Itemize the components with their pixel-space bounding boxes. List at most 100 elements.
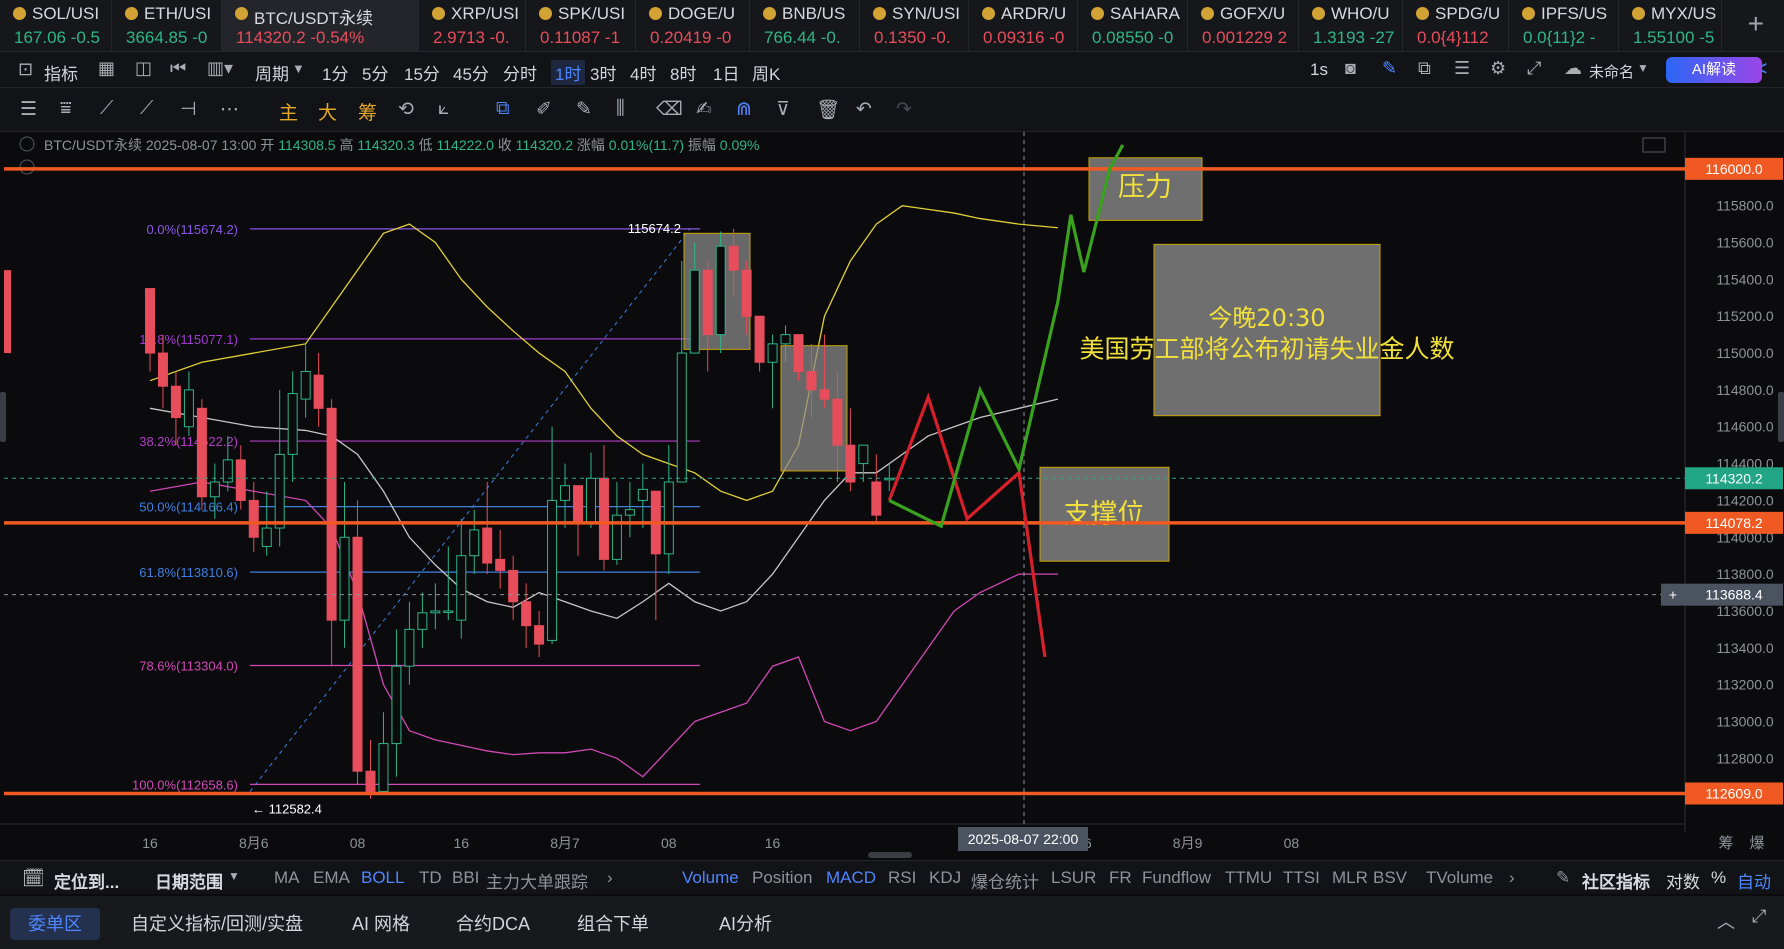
sub-indicator[interactable]: FR: [1109, 868, 1132, 888]
main-indicator[interactable]: 主力大单跟踪: [486, 868, 588, 893]
ticker-tab[interactable]: SAHARA 0.08550 -0: [1078, 0, 1188, 51]
ticker-tab[interactable]: WHO/U 1.3193 -27: [1299, 0, 1403, 51]
ticker-tab[interactable]: GOFX/U 0.001229 2: [1188, 0, 1299, 51]
ticker-tab[interactable]: BTC/USDT永续 114320.2 -0.54%: [222, 0, 419, 51]
undo-icon[interactable]: ↶: [856, 98, 872, 121]
ticker-tab[interactable]: MYX/US 1.55100 -5: [1619, 0, 1722, 51]
window-icon[interactable]: ⧉: [1418, 58, 1431, 79]
interval-5[interactable]: 1时: [551, 60, 586, 85]
trendline-icon[interactable]: ⟋: [100, 98, 113, 120]
sub-indicator[interactable]: TTSI: [1283, 868, 1320, 888]
edit-icon[interactable]: ✎: [1556, 868, 1570, 888]
fullscreen-icon[interactable]: ⤢: [1527, 58, 1541, 79]
hlines-icon[interactable]: ⩸: [60, 98, 72, 120]
locate-button[interactable]: 定位到...: [54, 868, 119, 893]
price-chart[interactable]: BTC/USDT永续 2025-08-07 13:00 开 114308.5 高…: [0, 132, 1784, 860]
bottom-tab[interactable]: 自定义指标/回测/实盘: [113, 908, 321, 940]
sub-indicator[interactable]: TTMU: [1225, 868, 1272, 888]
chip-tool[interactable]: 筹: [358, 98, 377, 125]
redo-icon[interactable]: ↷: [896, 98, 912, 121]
layout-icon[interactable]: ◫: [135, 58, 152, 79]
bottom-tab[interactable]: 合约DCA: [438, 908, 548, 940]
cloud-icon[interactable]: ☁: [1564, 58, 1582, 79]
chevron-right-icon[interactable]: ›: [1509, 868, 1515, 888]
period-dropdown[interactable]: 周期: [255, 60, 289, 85]
sub-indicator[interactable]: KDJ: [929, 868, 961, 888]
indicator-button[interactable]: 指标: [44, 60, 78, 85]
sub-indicator[interactable]: Volume: [682, 868, 739, 888]
marker-icon[interactable]: ✎: [576, 98, 592, 121]
speed-label[interactable]: 1s: [1310, 60, 1328, 80]
ai-read-button[interactable]: AI解读: [1666, 57, 1762, 83]
eraser-icon[interactable]: ⌫: [656, 98, 683, 121]
lines-icon[interactable]: ☰: [20, 98, 37, 121]
main-indicator[interactable]: BBI: [452, 868, 479, 888]
interval-1[interactable]: 5分: [362, 60, 388, 85]
calendar-icon[interactable]: ▦: [98, 58, 115, 79]
main-indicator[interactable]: MA: [274, 868, 300, 888]
measure-icon[interactable]: ⟀: [438, 98, 449, 120]
add-tab-icon[interactable]: +: [1748, 8, 1764, 40]
ticker-tab[interactable]: SYN/USI 0.1350 -0.: [860, 0, 969, 51]
interval-2[interactable]: 15分: [404, 60, 440, 85]
bars-icon[interactable]: ⫼: [616, 98, 625, 120]
trash-icon[interactable]: 🗑: [816, 98, 840, 122]
sub-indicator[interactable]: Fundflow: [1142, 868, 1211, 888]
sync-icon[interactable]: ⟲: [398, 98, 414, 121]
interval-7[interactable]: 4时: [630, 60, 656, 85]
camera-icon[interactable]: ◙: [1345, 58, 1356, 79]
list-icon[interactable]: ☰: [1454, 58, 1470, 79]
ticker-tab[interactable]: XRP/USI 2.9713 -0.: [419, 0, 526, 51]
ray-icon[interactable]: ⟋: [140, 98, 153, 120]
sub-indicator[interactable]: Position: [752, 868, 812, 888]
sub-indicator[interactable]: MACD: [826, 868, 876, 888]
main-indicator[interactable]: EMA: [313, 868, 350, 888]
ticker-tab[interactable]: SPDG/U 0.0{4}112: [1403, 0, 1509, 51]
expand-icon[interactable]: ⤢: [1752, 906, 1766, 927]
interval-4[interactable]: 分时: [503, 60, 537, 85]
note-icon[interactable]: ✍: [696, 98, 712, 121]
interval-9[interactable]: 1日: [713, 60, 739, 85]
log-scale-toggle[interactable]: 对数: [1666, 868, 1700, 893]
ticker-tab[interactable]: ARDR/U 0.09316 -0: [969, 0, 1078, 51]
magnet-icon[interactable]: ⋒: [736, 98, 752, 121]
ticker-tab[interactable]: BNB/US 766.44 -0.: [750, 0, 860, 51]
sub-indicator[interactable]: MLR: [1332, 868, 1368, 888]
copy-icon[interactable]: ⧉: [496, 98, 510, 120]
big-tool[interactable]: 大: [318, 98, 337, 125]
gear-icon[interactable]: ⚙: [1490, 58, 1506, 79]
bottom-tab[interactable]: 委单区: [10, 908, 100, 940]
sub-indicator[interactable]: 爆仓统计: [971, 868, 1039, 893]
sub-indicator[interactable]: BSV: [1373, 868, 1407, 888]
chevron-up-icon[interactable]: ︿: [1717, 908, 1735, 934]
ticker-tab[interactable]: DOGE/U 0.20419 -0: [636, 0, 750, 51]
interval-6[interactable]: 3时: [590, 60, 616, 85]
chevron-right-icon[interactable]: ›: [607, 868, 613, 888]
interval-8[interactable]: 8时: [670, 60, 696, 85]
main-indicator[interactable]: BOLL: [361, 868, 404, 888]
sub-indicator[interactable]: RSI: [888, 868, 916, 888]
more-icon[interactable]: ⋯: [220, 98, 239, 121]
layout-name[interactable]: 未命名: [1589, 61, 1634, 82]
bottom-tab[interactable]: AI分析: [701, 908, 790, 940]
ticker-tab[interactable]: SOL/USI 167.06 -0.5: [0, 0, 112, 51]
interval-10[interactable]: 周K: [752, 60, 780, 85]
interval-3[interactable]: 45分: [453, 60, 489, 85]
ticker-tab[interactable]: SPK/USI 0.11087 -1: [526, 0, 636, 51]
chart-type-icon[interactable]: ▥▾: [207, 58, 233, 79]
main-tool[interactable]: 主: [279, 98, 298, 125]
bottom-tab[interactable]: AI 网格: [334, 908, 428, 940]
interval-0[interactable]: 1分: [322, 60, 348, 85]
ticker-tab[interactable]: ETH/USI 3664.85 -0: [112, 0, 222, 51]
auto-scale-toggle[interactable]: 自动: [1737, 868, 1771, 893]
ticker-tab[interactable]: IPFS/US 0.0{11}2 -: [1509, 0, 1619, 51]
percent-toggle[interactable]: %: [1711, 868, 1726, 888]
community-indicator-button[interactable]: 社区指标: [1582, 868, 1650, 893]
pen-icon[interactable]: ✎: [1382, 58, 1397, 79]
main-indicator[interactable]: TD: [419, 868, 442, 888]
sub-indicator[interactable]: TVolume: [1426, 868, 1493, 888]
rewind-icon[interactable]: ⏮: [170, 58, 186, 79]
brush-icon[interactable]: ✐: [536, 98, 552, 121]
sub-indicator[interactable]: LSUR: [1051, 868, 1096, 888]
locate-icon[interactable]: 🗓: [22, 868, 45, 889]
